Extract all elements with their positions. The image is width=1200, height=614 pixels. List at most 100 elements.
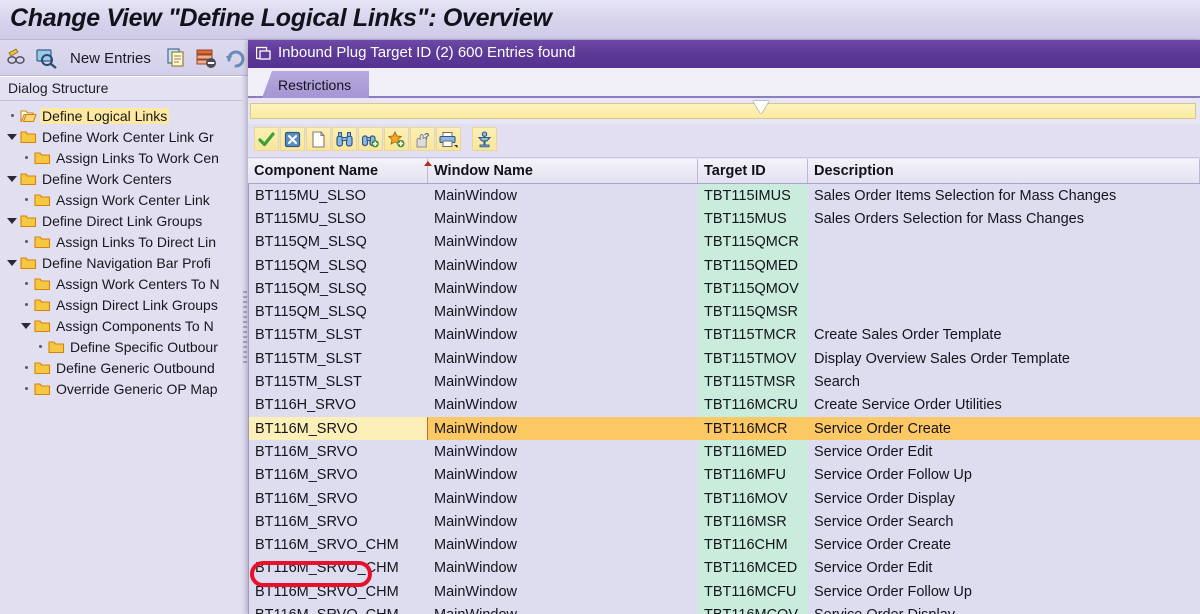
sidebar-item-1[interactable]: Define Work Center Link Gr xyxy=(0,126,242,147)
cell-target[interactable]: TBT115TMSR xyxy=(698,370,808,394)
sidebar-item-6[interactable]: Assign Links To Direct Lin xyxy=(0,231,242,252)
cell-window[interactable]: MainWindow xyxy=(428,277,698,300)
cell-desc[interactable] xyxy=(808,254,1200,277)
cell-desc[interactable] xyxy=(808,231,1200,254)
cell-window[interactable]: MainWindow xyxy=(428,347,698,370)
sidebar-item-13[interactable]: Override Generic OP Map xyxy=(0,378,242,399)
sidebar-item-5[interactable]: Define Direct Link Groups xyxy=(0,210,242,231)
sidebar-item-0[interactable]: Define Logical Links xyxy=(0,105,242,126)
magnifier-display-icon[interactable] xyxy=(35,47,57,69)
cell-window[interactable]: MainWindow xyxy=(428,184,698,207)
cell-target[interactable]: TBT115IMUS xyxy=(698,184,808,208)
cell-desc[interactable]: Create Sales Order Template xyxy=(808,324,1200,347)
cell-window[interactable]: MainWindow xyxy=(428,487,698,510)
cell-component[interactable]: BT116M_SRVO_CHM xyxy=(248,580,428,604)
result-grid[interactable]: Component Name Window Name Target ID Descri… xyxy=(248,159,1200,614)
chevron-down-icon[interactable] xyxy=(4,217,20,224)
cell-target[interactable]: TBT116MFU xyxy=(698,463,808,487)
table-row[interactable]: BT115TM_SLST MainWindow TBT115TMCR Create S… xyxy=(248,323,1200,348)
table-row[interactable]: BT116M_SRVO MainWindow TBT116MSR Service Or… xyxy=(248,510,1200,534)
copy-icon[interactable] xyxy=(166,47,188,69)
splitter-grip[interactable] xyxy=(243,291,247,363)
cell-desc[interactable]: Sales Orders Selection for Mass Changes xyxy=(808,207,1200,230)
cell-window[interactable]: MainWindow xyxy=(428,533,698,556)
cell-desc[interactable]: Sales Order Items Selection for Mass Cha… xyxy=(808,184,1200,207)
column-header-target[interactable]: Target ID xyxy=(698,159,808,183)
cell-desc[interactable]: Service Order Edit xyxy=(808,557,1200,580)
pen-glasses-icon[interactable] xyxy=(6,47,28,69)
cell-window[interactable]: MainWindow xyxy=(428,207,698,230)
cell-window[interactable]: MainWindow xyxy=(428,300,698,323)
sidebar-item-10[interactable]: Assign Components To N xyxy=(0,315,242,336)
sidebar-item-3[interactable]: Define Work Centers xyxy=(0,168,242,189)
cell-window[interactable]: MainWindow xyxy=(428,394,698,417)
check-green-icon[interactable] xyxy=(254,127,279,151)
help-hand-question-icon[interactable]: ? xyxy=(410,127,435,151)
find-binoculars-icon[interactable] xyxy=(332,127,357,151)
cell-desc[interactable]: Service Order Create xyxy=(808,533,1200,556)
sidebar-item-11[interactable]: Define Specific Outbour xyxy=(0,336,242,357)
cell-desc[interactable]: Service Order Edit xyxy=(808,440,1200,463)
table-row[interactable]: BT116M_SRVO MainWindow TBT116MFU Service Or… xyxy=(248,463,1200,487)
cell-component[interactable]: BT116H_SRVO xyxy=(248,393,428,417)
table-row[interactable]: BT115QM_SLSQ MainWindow TBT115QMED xyxy=(248,253,1200,278)
cell-desc[interactable]: Service Order Display xyxy=(808,603,1200,614)
chevron-down-icon[interactable] xyxy=(4,133,20,140)
restriction-input[interactable] xyxy=(250,103,1196,119)
sidebar-item-7[interactable]: Define Navigation Bar Profi xyxy=(0,252,242,273)
cell-component[interactable]: BT115QM_SLSQ xyxy=(248,300,428,324)
cell-window[interactable]: MainWindow xyxy=(428,324,698,347)
cell-target[interactable]: TBT116MCFU xyxy=(698,580,808,604)
cell-window[interactable]: MainWindow xyxy=(428,370,698,393)
sidebar-item-8[interactable]: Assign Work Centers To N xyxy=(0,273,242,294)
find-next-binoculars-icon[interactable] xyxy=(358,127,383,151)
tab-restrictions[interactable]: Restrictions xyxy=(262,71,370,98)
cell-desc[interactable] xyxy=(808,277,1200,300)
cell-target[interactable]: TBT116MCOV xyxy=(698,603,808,614)
cell-target[interactable]: TBT116MSR xyxy=(698,510,808,534)
cell-component[interactable]: BT115MU_SLSO xyxy=(248,207,428,231)
cell-target[interactable]: TBT115QMOV xyxy=(698,277,808,301)
table-row[interactable]: BT115QM_SLSQ MainWindow TBT115QMSR xyxy=(248,300,1200,324)
chevron-down-icon[interactable] xyxy=(4,175,20,182)
undo-icon[interactable] xyxy=(224,47,246,69)
cell-window[interactable]: MainWindow xyxy=(428,417,698,440)
cell-desc[interactable]: Service Order Search xyxy=(808,510,1200,533)
cell-component[interactable]: BT116M_SRVO xyxy=(248,510,428,534)
delete-row-icon[interactable] xyxy=(195,47,217,69)
dialog-structure-tree[interactable]: Define Logical Links Define Work Center L… xyxy=(0,102,242,399)
blank-page-icon[interactable] xyxy=(306,127,331,151)
cell-window[interactable]: MainWindow xyxy=(428,254,698,277)
cell-target[interactable]: TBT115QMSR xyxy=(698,300,808,324)
chevron-down-icon[interactable] xyxy=(4,259,20,266)
grid-body[interactable]: BT115MU_SLSO MainWindow TBT115IMUS Sales Or… xyxy=(248,184,1200,614)
cell-component[interactable]: BT116M_SRVO_CHM xyxy=(248,556,428,581)
cell-desc[interactable]: Search xyxy=(808,370,1200,393)
column-header-window[interactable]: Window Name xyxy=(428,159,698,183)
cell-component[interactable]: BT115TM_SLST xyxy=(248,347,428,371)
cell-desc[interactable] xyxy=(808,300,1200,323)
new-entries-button[interactable]: New Entries xyxy=(70,50,151,67)
cell-target[interactable]: TBT116MED xyxy=(698,440,808,464)
cell-target[interactable]: TBT116MCED xyxy=(698,556,808,581)
cell-target[interactable]: TBT116MCR xyxy=(698,416,808,441)
cell-window[interactable]: MainWindow xyxy=(428,464,698,487)
cell-target[interactable]: TBT115QMCR xyxy=(698,230,808,254)
cell-window[interactable]: MainWindow xyxy=(428,231,698,254)
column-header-desc[interactable]: Description xyxy=(808,159,1200,183)
column-header-component[interactable]: Component Name xyxy=(248,159,428,183)
print-icon[interactable] xyxy=(436,127,461,151)
cell-target[interactable]: TBT116MCRU xyxy=(698,393,808,417)
table-row[interactable]: BT115QM_SLSQ MainWindow TBT115QMOV xyxy=(248,277,1200,301)
cell-component[interactable]: BT115TM_SLST xyxy=(248,370,428,394)
cell-desc[interactable]: Service Order Create xyxy=(808,417,1200,440)
sidebar-item-4[interactable]: Assign Work Center Link xyxy=(0,189,242,210)
table-row[interactable]: BT115MU_SLSO MainWindow TBT115MUS Sales Ord… xyxy=(248,207,1200,231)
personal-list-icon[interactable] xyxy=(472,127,497,151)
cell-component[interactable]: BT115TM_SLST xyxy=(248,323,428,348)
add-favorite-star-icon[interactable] xyxy=(384,127,409,151)
cell-component[interactable]: BT116M_SRVO xyxy=(248,463,428,487)
cancel-blue-x-icon[interactable] xyxy=(280,127,305,151)
table-row[interactable]: BT116M_SRVO_CHM MainWindow TBT116MCED Servi… xyxy=(248,556,1200,581)
table-row[interactable]: BT116M_SRVO_CHM MainWindow TBT116CHM Servic… xyxy=(248,533,1200,557)
